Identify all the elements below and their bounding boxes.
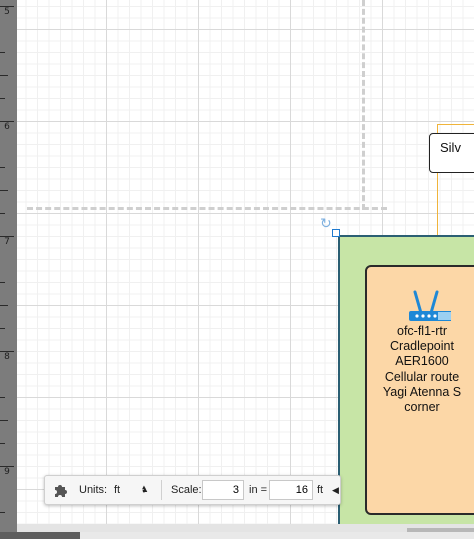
ruler-label-9: 9 — [4, 467, 10, 477]
ruler-label-7: 7 — [4, 237, 10, 247]
toolbar-divider — [161, 480, 162, 500]
ruler-minor-tick — [0, 443, 5, 444]
router-label-line: corner — [404, 400, 440, 415]
vertical-page-guide — [362, 0, 365, 210]
ruler-minor-tick — [0, 305, 8, 306]
router-label-line: Cradlepoint — [390, 339, 454, 354]
router-label-line: ofc-fl1-rtr — [397, 324, 447, 338]
wireless-router-icon[interactable] — [393, 287, 463, 327]
inches-equals-label: in = — [249, 484, 268, 496]
feet-input[interactable] — [269, 480, 313, 500]
ruler-minor-tick — [0, 328, 5, 329]
ruler-minor-tick — [0, 75, 8, 76]
ruler-minor-tick — [0, 167, 5, 168]
ruler-minor-tick — [0, 98, 5, 99]
ruler-label-5: 5 — [4, 7, 10, 17]
ruler-minor-tick — [0, 397, 5, 398]
router-label: ofc-fl1-rtr Cradlepoint AER1600 Cellular… — [352, 324, 474, 415]
ruler-label-8: 8 — [4, 352, 10, 362]
ruler-minor-tick — [0, 190, 8, 191]
scale-input[interactable] — [202, 480, 244, 500]
ruler-minor-tick — [0, 420, 8, 421]
bottom-bar — [0, 532, 474, 539]
units-select-value: ft — [114, 484, 121, 496]
router-label-line: Yagi Atenna S — [382, 384, 462, 399]
scale-label: Scale: — [171, 484, 202, 496]
horizontal-page-guide — [27, 207, 387, 210]
ruler-minor-tick — [0, 52, 5, 53]
silver-shape-label: Silv — [440, 140, 461, 155]
ruler-label-6: 6 — [4, 122, 10, 132]
units-label: Units: — [79, 484, 108, 496]
ruler-minor-tick — [0, 282, 5, 283]
ruler-minor-tick — [0, 213, 5, 214]
puzzle-icon[interactable] — [53, 476, 69, 504]
router-label-line: AER1600 — [395, 354, 449, 369]
vertical-ruler: 5 6 7 8 9 — [0, 0, 17, 539]
router-graphic — [409, 290, 463, 321]
bottom-bar-segment — [0, 532, 80, 539]
silver-shape[interactable]: Silv — [429, 133, 474, 173]
caret-left-icon[interactable]: ◀ — [332, 476, 339, 504]
ruler-minor-tick — [0, 512, 5, 513]
feet-label: ft — [317, 484, 324, 496]
rotate-handle-icon[interactable]: ↻ — [320, 216, 332, 230]
connector-line[interactable] — [437, 124, 474, 125]
page-settings-toolbar: Units: ft ▲ ▲▼ Scale: in = ft ◀ — [44, 475, 341, 505]
select-arrows-icon: ▲ ▼ — [141, 485, 147, 495]
resize-handle[interactable] — [332, 229, 340, 237]
router-label-line: Cellular route — [384, 369, 460, 384]
